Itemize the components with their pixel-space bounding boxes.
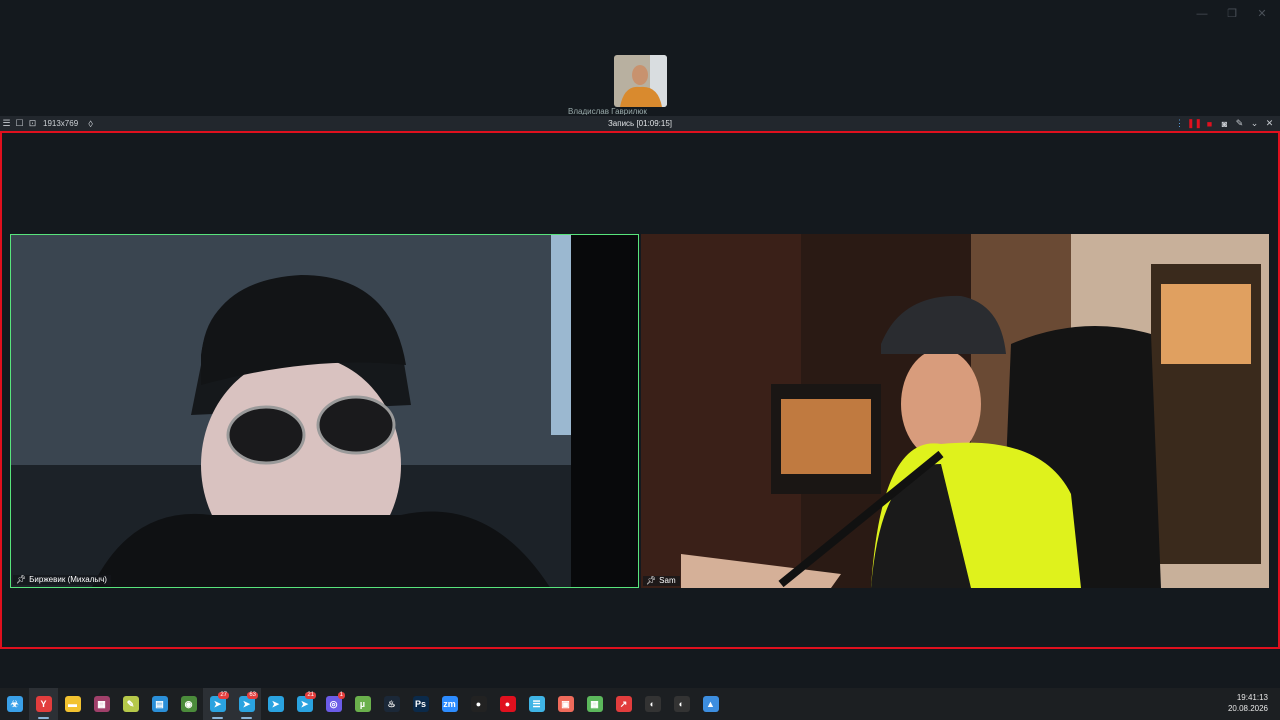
taskbar-app[interactable]: ☣ [0, 688, 29, 720]
clock-time: 19:41:13 [1236, 693, 1268, 702]
drop-icon[interactable]: ◊ [84, 116, 97, 131]
pin-icon[interactable]: 📌︎ [16, 575, 26, 585]
utorrent-icon: µ [354, 696, 371, 712]
file-explorer-icon: ▬ [64, 696, 81, 712]
calculator-icon: ▤ [151, 696, 168, 712]
system-clock[interactable]: 19:41:13 20.08.2026 [1228, 692, 1268, 714]
recorder-controls: ⋮ ❚❚ ■ ◙ ✎ ⌄ ✕ [1173, 116, 1276, 131]
taskbar-app[interactable]: ▣ [551, 688, 580, 720]
stop-icon[interactable]: ■ [1203, 116, 1216, 131]
taskbar-app[interactable]: ◐ [638, 688, 667, 720]
app-icon: ▣ [557, 696, 574, 712]
taskbar-app[interactable]: ◎ 1 [319, 688, 348, 720]
taskbar-app[interactable]: ▲ [696, 688, 725, 720]
notification-badge: 1 [337, 692, 345, 699]
chrome-icon: ◉ [180, 696, 197, 712]
close-recorder-icon[interactable]: ✕ [1263, 116, 1276, 131]
participant-name-tag: 📌︎ Биржевик (Михалыч) [13, 575, 111, 585]
taskbar-app[interactable]: ▦ [580, 688, 609, 720]
photoshop-icon: Ps [412, 696, 429, 712]
taskbar-app[interactable]: ➤ 63 [232, 688, 261, 720]
yandex-browser-icon: Y [35, 696, 52, 712]
taskbar-app[interactable]: ☰ [522, 688, 551, 720]
taskbar-app[interactable]: µ [348, 688, 377, 720]
taskbar-app[interactable]: ✎ [116, 688, 145, 720]
minimize-button[interactable]: — [1196, 6, 1208, 22]
video-feed [641, 234, 1269, 588]
notepad-plus-icon: ✎ [122, 696, 139, 712]
participant-name-tag: 📌︎ Sam [643, 576, 680, 586]
taskbar-app[interactable]: ➤ [261, 688, 290, 720]
participant-name: Биржевик (Михалыч) [29, 575, 107, 584]
collapse-icon[interactable]: ⌄ [1248, 116, 1261, 131]
notification-badge: 63 [247, 692, 258, 699]
recorder-dimensions: 1913x769 [43, 119, 79, 128]
audio-level-icon: ⋮ [1175, 118, 1184, 128]
taskbar: ☣ Y ▬ ▦ ✎ ▤ ◉ ➤ 27 ➤ 63 ➤ ➤ 21 ◎ 1 µ ♨ Ps zm ● ● ☰ ▣ ▦ ↗ ◐ ◐ ▲ [0, 688, 1280, 720]
taskbar-app[interactable]: ◉ [174, 688, 203, 720]
taskbar-app[interactable]: ↗ [609, 688, 638, 720]
taskbar-app[interactable]: ♨ [377, 688, 406, 720]
taskbar-app[interactable]: ➤ 21 [290, 688, 319, 720]
paint-icon: ▲ [702, 696, 719, 712]
taskbar-app[interactable]: ◐ [667, 688, 696, 720]
camera-icon[interactable]: ◙ [1218, 116, 1231, 131]
restore-button[interactable]: ❐ [1226, 6, 1238, 22]
video-tile[interactable]: 📌︎ Биржевик (Михалыч) [10, 234, 639, 588]
pin-icon[interactable]: 📌︎ [646, 576, 656, 586]
spreadsheet-icon: ▦ [586, 696, 603, 712]
obs-icon: ● [470, 696, 487, 712]
zoom-icon: zm [441, 696, 458, 712]
telegram-icon: ➤ [267, 696, 284, 712]
taskbar-app[interactable]: ▤ [145, 688, 174, 720]
recorder-toolbar: ☰ ☐ ⊡ 1913x769 ◊ Запись [01:09:15] ⋮ ❚❚ … [0, 116, 1280, 131]
obs-studio-icon: ◐ [673, 696, 690, 712]
participant-thumbnail-label: Владислав Гаврилюк [568, 108, 647, 115]
taskbar-app[interactable]: ▦ [87, 688, 116, 720]
pause-icon[interactable]: ❚❚ [1187, 116, 1202, 131]
winrar-icon: ▦ [93, 696, 110, 712]
pen-icon[interactable]: ✎ [1233, 116, 1246, 131]
participant-name: Sam [659, 576, 676, 585]
participant-thumbnail-image [614, 55, 667, 107]
notification-badge: 21 [305, 692, 316, 699]
participant-thumbnail[interactable] [614, 55, 667, 107]
close-button[interactable]: ✕ [1256, 6, 1268, 22]
taskbar-app[interactable]: zm [435, 688, 464, 720]
zoom-region-icon[interactable]: ⊡ [26, 116, 39, 131]
window-controls: — ❐ ✕ [1196, 6, 1268, 22]
taskbar-app[interactable]: Y [29, 688, 58, 720]
video-tile[interactable]: 📌︎ Sam [641, 234, 1269, 588]
region-icon[interactable]: ☐ [13, 116, 26, 131]
taskbar-app[interactable]: Ps [406, 688, 435, 720]
notification-badge: 27 [218, 692, 229, 699]
taskbar-app[interactable]: ● [493, 688, 522, 720]
obs-studio-icon: ◐ [644, 696, 661, 712]
steam-icon: ♨ [383, 696, 400, 712]
taskbar-app[interactable]: ● [464, 688, 493, 720]
taskbar-app[interactable]: ▬ [58, 688, 87, 720]
video-feed [11, 235, 638, 587]
taskbar-app[interactable]: ➤ 27 [203, 688, 232, 720]
biohazard-icon: ☣ [6, 696, 23, 712]
record-icon: ● [499, 696, 516, 712]
clock-date: 20.08.2026 [1227, 704, 1268, 713]
notes-icon: ☰ [528, 696, 545, 712]
arrow-app-icon: ↗ [615, 696, 632, 712]
menu-icon[interactable]: ☰ [0, 116, 13, 131]
recorder-title: Запись [01:09:15] [607, 119, 673, 128]
